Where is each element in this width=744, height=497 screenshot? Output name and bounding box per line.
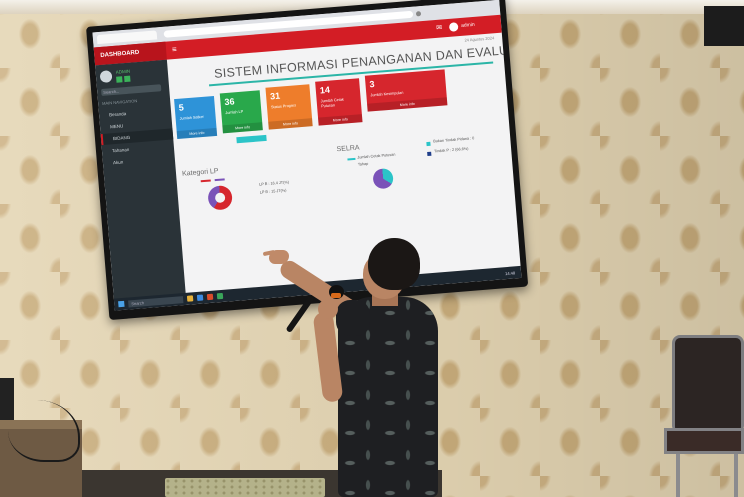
presenter-hair — [368, 238, 420, 290]
microphone-handle — [285, 295, 315, 334]
shirt-sleeve — [336, 300, 370, 336]
microphone-ring — [331, 293, 341, 298]
presenter — [0, 0, 744, 497]
mic-hand — [318, 299, 338, 319]
